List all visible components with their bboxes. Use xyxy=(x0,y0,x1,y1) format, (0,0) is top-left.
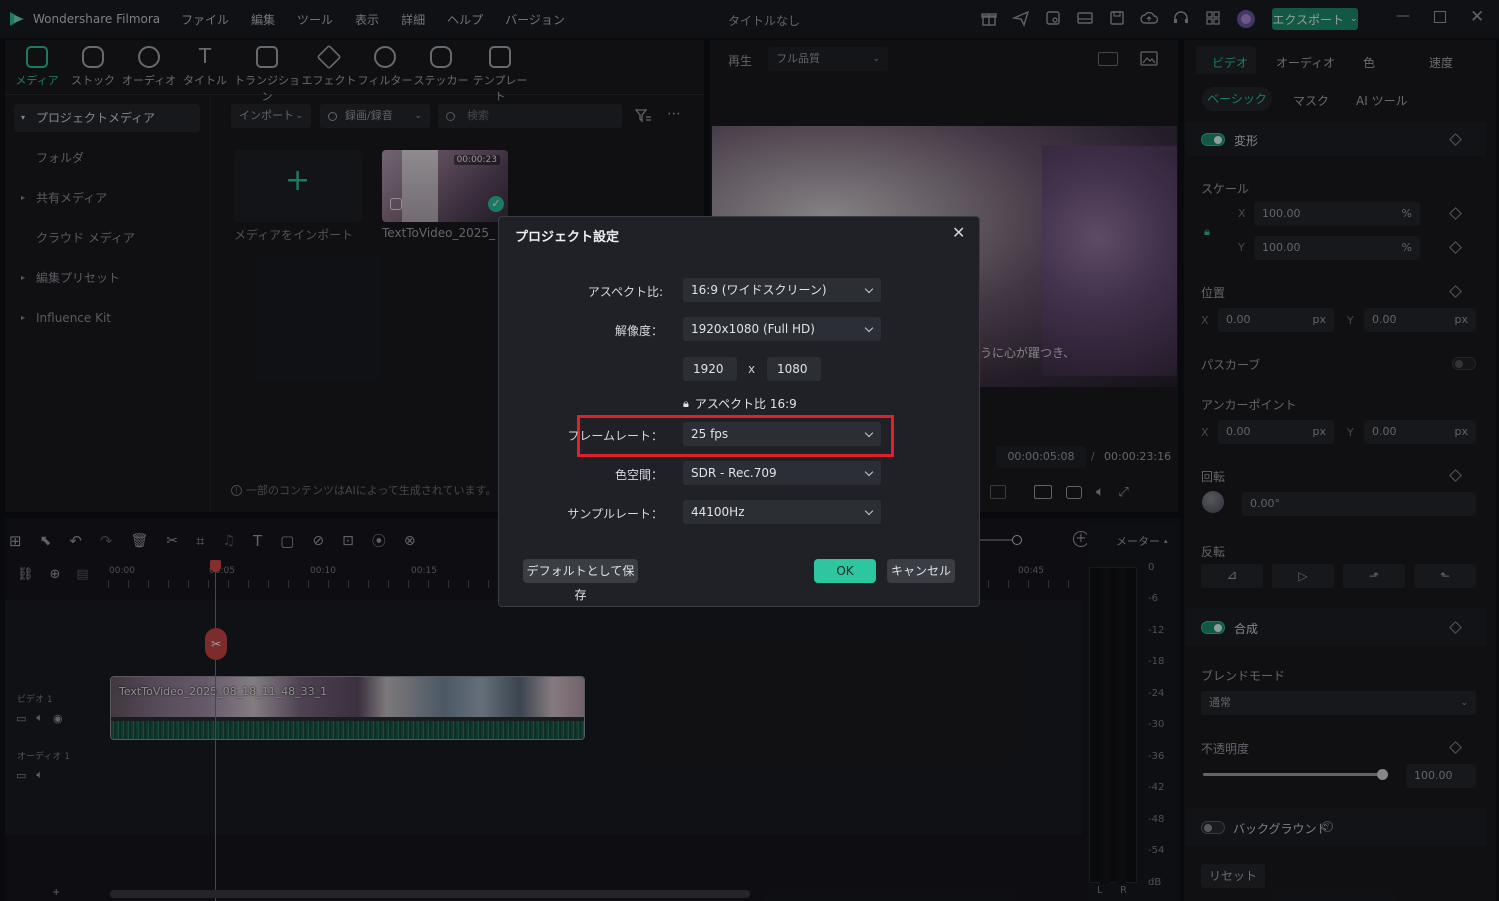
colorspace-select[interactable]: SDR - Rec.709 xyxy=(683,461,881,485)
framerate-select[interactable]: 25 fps xyxy=(683,422,881,446)
dialog-title: プロジェクト設定 xyxy=(515,230,620,245)
aspect-lock-label: アスペクト比 16:9 xyxy=(694,397,797,411)
samplerate-select[interactable]: 44100Hz xyxy=(683,500,881,524)
dialog-close-icon[interactable]: ✕ xyxy=(952,223,965,242)
cancel-button[interactable]: キャンセル xyxy=(887,559,955,583)
project-settings-dialog: プロジェクト設定 ✕ アスペクト比: 16:9 (ワイドスクリーン) 解像度： … xyxy=(498,216,980,607)
lock-icon: 🔒︎ xyxy=(683,396,689,410)
save-default-button[interactable]: デフォルトとして保存 xyxy=(523,559,638,602)
dimension-x: x xyxy=(748,362,756,376)
width-input[interactable]: 1920 xyxy=(683,357,737,381)
colorspace-label: 色空間： xyxy=(614,468,663,482)
resolution-select[interactable]: 1920x1080 (Full HD) xyxy=(683,317,881,341)
aspect-ratio-select[interactable]: 16:9 (ワイドスクリーン) xyxy=(683,278,881,302)
resolution-label: 解像度： xyxy=(614,324,663,338)
aspect-lock[interactable]: 🔒︎ アスペクト比 16:9 xyxy=(683,395,797,412)
height-input[interactable]: 1080 xyxy=(767,357,821,381)
ok-button[interactable]: OK xyxy=(814,559,876,583)
samplerate-label: サンプルレート： xyxy=(567,507,663,521)
framerate-label: フレームレート： xyxy=(567,429,663,443)
aspect-ratio-label: アスペクト比: xyxy=(587,285,663,299)
